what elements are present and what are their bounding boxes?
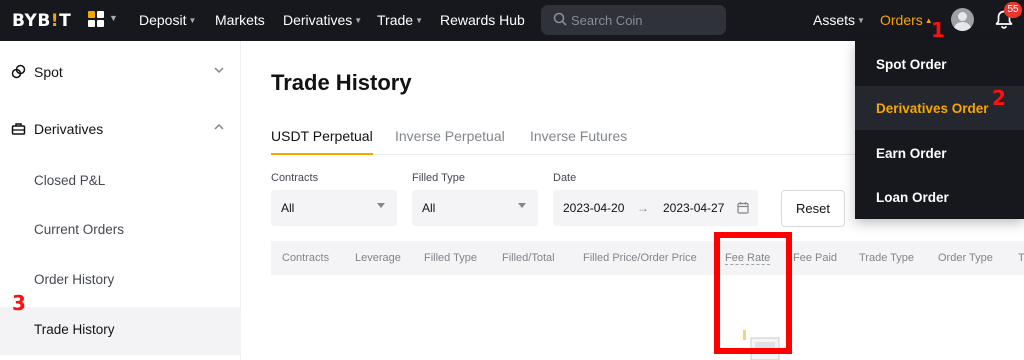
nav-derivatives-label: Derivatives: [283, 12, 353, 28]
annotation-highlight-box: [714, 232, 792, 354]
annotation-step-1: 1: [931, 18, 945, 42]
sidebar: Spot Derivatives Closed P&L Current Orde…: [0, 41, 241, 360]
nav-markets[interactable]: Markets: [215, 12, 265, 28]
date-end[interactable]: 2023-04-27: [663, 201, 724, 215]
nav-rewards-hub[interactable]: Rewards Hub: [440, 12, 525, 28]
caret-down-icon: ▼: [415, 16, 423, 25]
notification-badge: 55: [1004, 2, 1022, 18]
column-header-filled-price: Filled Price/Order Price: [583, 252, 697, 264]
annotation-step-2: 2: [992, 86, 1006, 110]
tab-inverse-perpetual[interactable]: Inverse Perpetual: [395, 128, 505, 155]
sidebar-section-label: Derivatives: [34, 121, 104, 137]
menu-item-loan-order[interactable]: Loan Order: [855, 175, 1024, 219]
sidebar-item-current-orders[interactable]: Current Orders: [0, 207, 241, 255]
nav-assets[interactable]: Assets ▼: [813, 12, 865, 28]
menu-item-spot-order[interactable]: Spot Order: [855, 42, 1024, 86]
caret-down-icon[interactable]: ▼: [109, 13, 118, 23]
nav-derivatives[interactable]: Derivatives ▼: [283, 12, 362, 28]
caret-down-icon: ▼: [857, 16, 865, 25]
calendar-icon[interactable]: [737, 201, 749, 214]
nav-deposit[interactable]: Deposit ▼: [139, 12, 196, 28]
caret-down-icon: ▼: [354, 16, 363, 25]
nav-orders[interactable]: Orders ▲: [880, 12, 933, 28]
menu-item-label: Earn Order: [876, 146, 947, 161]
tab-usdt-perpetual[interactable]: USDT Perpetual: [271, 128, 373, 155]
sidebar-item-closed-pnl[interactable]: Closed P&L: [0, 158, 241, 206]
search-input[interactable]: [571, 9, 721, 31]
menu-item-label: Loan Order: [876, 190, 949, 205]
filled-type-select-value: All: [422, 201, 436, 215]
nav-deposit-label: Deposit: [139, 12, 187, 28]
sidebar-item-label: Order History: [34, 272, 115, 287]
date-range-arrow: →: [637, 201, 649, 215]
reset-button[interactable]: Reset: [781, 190, 845, 227]
column-header-leverage: Leverage: [355, 252, 401, 264]
column-header-fee-paid: Fee Paid: [793, 252, 838, 264]
date-filter-label: Date: [553, 172, 577, 184]
caret-down-icon: [518, 203, 526, 208]
column-header-order-type: Order Type: [938, 252, 993, 264]
derivatives-icon: [11, 123, 26, 135]
logo-text-end: T: [59, 11, 72, 31]
nav-markets-label: Markets: [215, 12, 265, 28]
date-start[interactable]: 2023-04-20: [563, 201, 624, 215]
logo-text-accent: !: [50, 11, 60, 31]
column-header-trade-type: Trade Type: [859, 252, 915, 264]
caret-down-icon: [377, 203, 385, 208]
nav-rewards-hub-label: Rewards Hub: [440, 12, 525, 28]
contracts-select-value: All: [281, 201, 295, 215]
user-avatar-icon[interactable]: [951, 8, 974, 31]
search-icon: [553, 12, 567, 26]
sidebar-item-trade-history[interactable]: Trade History: [0, 307, 241, 355]
annotation-step-3: 3: [12, 291, 26, 315]
column-header-contracts: Contracts: [282, 252, 330, 264]
menu-item-earn-order[interactable]: Earn Order: [855, 131, 1024, 175]
sidebar-item-label: Closed P&L: [34, 173, 106, 188]
sidebar-section-label: Spot: [34, 64, 63, 80]
apps-grid-icon[interactable]: [88, 11, 105, 28]
contracts-filter-label: Contracts: [271, 172, 319, 184]
column-header-truncated: T: [1018, 252, 1024, 264]
date-range-picker[interactable]: 2023-04-20 → 2023-04-27: [553, 190, 758, 226]
chevron-up-icon: [214, 123, 224, 130]
filled-type-select[interactable]: All: [412, 190, 538, 226]
page-title: Trade History: [271, 70, 412, 95]
nav-trade[interactable]: Trade ▼: [377, 12, 423, 28]
sidebar-section-derivatives[interactable]: Derivatives: [0, 109, 241, 149]
column-header-filled-type: Filled Type: [424, 252, 477, 264]
sidebar-section-spot[interactable]: Spot: [0, 52, 241, 92]
bybit-logo[interactable]: BYB!T: [12, 11, 71, 31]
sidebar-item-label: Trade History: [34, 322, 115, 337]
spot-icon: [11, 64, 26, 79]
sidebar-item-label: Current Orders: [34, 222, 125, 237]
column-header-filled-total: Filled/Total: [502, 252, 555, 264]
filled-type-filter-label: Filled Type: [412, 172, 465, 184]
table-header: Contracts Leverage Filled Type Filled/To…: [271, 241, 1024, 275]
top-navigation-bar: BYB!T ▼ Deposit ▼ Markets Derivatives ▼ Tr…: [0, 0, 1024, 41]
nav-orders-label: Orders: [880, 12, 923, 28]
search-box[interactable]: [541, 5, 726, 35]
sidebar-item-order-history[interactable]: Order History: [0, 257, 241, 305]
chevron-down-icon: [214, 67, 224, 74]
contracts-select[interactable]: All: [271, 190, 397, 226]
caret-down-icon: ▼: [188, 16, 197, 25]
menu-item-label: Derivatives Order: [876, 101, 989, 116]
menu-item-label: Spot Order: [876, 57, 947, 72]
nav-assets-label: Assets: [813, 12, 856, 28]
orders-dropdown-menu: Spot Order Derivatives Order Earn Order …: [855, 41, 1024, 219]
logo-text-start: BYB: [12, 11, 51, 31]
nav-trade-label: Trade: [377, 12, 414, 28]
tab-inverse-futures[interactable]: Inverse Futures: [530, 128, 627, 155]
